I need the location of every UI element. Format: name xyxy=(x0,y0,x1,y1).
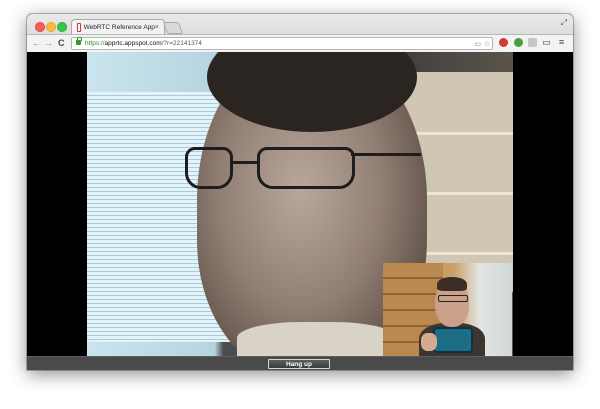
browser-window: WebRTC Reference App × ⤢ ← → C https://a… xyxy=(27,14,573,370)
extension-red-icon[interactable] xyxy=(499,38,508,47)
minimize-window-button[interactable] xyxy=(46,22,56,32)
url-host: apprtc.appspot.com xyxy=(104,40,162,47)
call-controls-bar: Hang up xyxy=(27,356,573,370)
browser-chrome: WebRTC Reference App × ⤢ ← → C https://a… xyxy=(27,14,573,53)
forward-arrow-icon[interactable]: → xyxy=(44,37,53,49)
hang-up-button[interactable]: Hang up xyxy=(268,359,330,369)
page-icon[interactable]: ▭ xyxy=(474,39,481,50)
video-call-area xyxy=(27,52,573,356)
tab-webrtc[interactable]: WebRTC Reference App × xyxy=(71,19,165,34)
extension-gray-icon[interactable] xyxy=(528,38,537,47)
extension-green-icon[interactable] xyxy=(514,38,523,47)
lock-icon xyxy=(76,37,82,45)
bookmark-star-icon[interactable]: ☆ xyxy=(484,39,490,50)
phone xyxy=(433,327,473,353)
close-window-button[interactable] xyxy=(35,22,45,32)
new-tab-button[interactable] xyxy=(162,22,184,34)
cast-icon[interactable]: ▭ xyxy=(542,38,551,47)
url-path: /?r=22141374 xyxy=(161,40,202,47)
page-favicon-icon xyxy=(77,22,81,32)
url-text: https://apprtc.appspot.com/?r=22141374 xyxy=(85,38,202,49)
fullscreen-icon[interactable]: ⤢ xyxy=(561,18,567,28)
back-arrow-icon[interactable]: ← xyxy=(32,37,41,49)
navigation-bar: ← → C https://apprtc.appspot.com/?r=2214… xyxy=(27,34,573,52)
remote-glasses xyxy=(185,147,421,189)
local-video xyxy=(383,263,512,356)
tab-title: WebRTC Reference App xyxy=(83,23,155,31)
address-bar[interactable]: https://apprtc.appspot.com/?r=22141374 ▭… xyxy=(71,37,493,50)
reload-icon[interactable]: C xyxy=(58,37,65,49)
maximize-window-button[interactable] xyxy=(57,22,67,32)
tab-close-icon[interactable]: × xyxy=(155,24,159,31)
url-scheme: https:// xyxy=(85,40,105,47)
remote-shirt xyxy=(237,322,397,356)
chrome-menu-icon[interactable]: ≡ xyxy=(557,38,566,47)
